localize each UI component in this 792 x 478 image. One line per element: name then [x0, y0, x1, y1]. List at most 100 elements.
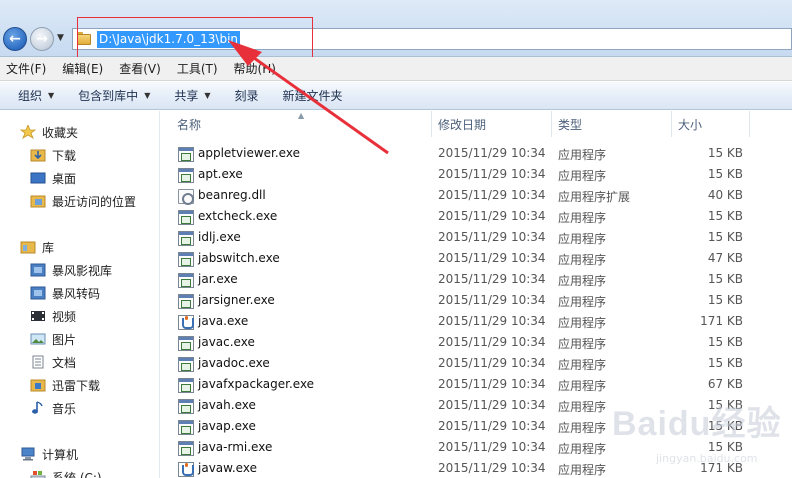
sidebar-item-computer[interactable]: 计算机 [20, 445, 78, 463]
sidebar-item-desktop[interactable]: 桌面 [30, 169, 76, 187]
organize-label: 组织 [18, 89, 43, 103]
file-row[interactable]: jar.exe 2015/11/29 10:34 应用程序 15 KB [161, 270, 792, 291]
menu-tools[interactable]: 工具(T) [177, 60, 218, 77]
file-row[interactable]: javaw.exe 2015/11/29 10:34 应用程序 171 KB [161, 459, 792, 478]
file-name: jarsigner.exe [198, 293, 275, 307]
column-header-type[interactable]: 类型 [552, 111, 670, 137]
sidebar-item-libraries[interactable]: 库 [20, 238, 54, 256]
file-modified-date: 2015/11/29 10:34 [438, 461, 546, 475]
back-button[interactable]: ← [3, 27, 27, 51]
file-type: 应用程序 [558, 463, 607, 477]
new-folder-label: 新建文件夹 [282, 89, 343, 103]
file-row[interactable]: javap.exe 2015/11/29 10:34 应用程序 15 KB [161, 417, 792, 438]
file-size: 15 KB [707, 293, 743, 307]
java-icon [178, 315, 194, 330]
picture-icon [30, 332, 46, 346]
file-size: 15 KB [707, 335, 743, 349]
file-modified-date: 2015/11/29 10:34 [438, 251, 546, 265]
file-name: appletviewer.exe [198, 146, 300, 160]
file-row[interactable]: java-rmi.exe 2015/11/29 10:34 应用程序 15 KB [161, 438, 792, 459]
music-note-icon [30, 401, 46, 415]
file-modified-date: 2015/11/29 10:34 [438, 335, 546, 349]
file-row[interactable]: javac.exe 2015/11/29 10:34 应用程序 15 KB [161, 333, 792, 354]
file-name: beanreg.dll [198, 188, 266, 202]
recent-pages-dropdown[interactable]: ▼ [57, 33, 67, 45]
sidebar-item-label: 迅雷下载 [52, 378, 101, 393]
exe-icon [178, 441, 194, 456]
file-size: 15 KB [707, 440, 743, 454]
file-size: 171 KB [700, 314, 743, 328]
file-row[interactable]: beanreg.dll 2015/11/29 10:34 应用程序扩展 40 KB [161, 186, 792, 207]
file-modified-date: 2015/11/29 10:34 [438, 314, 546, 328]
document-icon [30, 355, 46, 369]
file-type: 应用程序 [558, 232, 607, 246]
video-icon [30, 309, 46, 323]
file-row[interactable]: appletviewer.exe 2015/11/29 10:34 应用程序 15 K… [161, 144, 792, 165]
file-modified-date: 2015/11/29 10:34 [438, 188, 546, 202]
sidebar-item-system-drive[interactable]: 系统 (C:) [30, 468, 102, 478]
file-type: 应用程序 [558, 253, 607, 267]
recent-places-icon [30, 194, 46, 208]
thunder-download-icon [30, 378, 46, 392]
sidebar-item-favorites[interactable]: 收藏夹 [19, 123, 78, 141]
file-row[interactable]: java.exe 2015/11/29 10:34 应用程序 171 KB [161, 312, 792, 333]
file-row[interactable]: jarsigner.exe 2015/11/29 10:34 应用程序 15 KB [161, 291, 792, 312]
sidebar-item-music[interactable]: 音乐 [30, 399, 76, 417]
file-modified-date: 2015/11/29 10:34 [438, 398, 546, 412]
file-name: idlj.exe [198, 230, 241, 244]
file-name: apt.exe [198, 167, 243, 181]
sidebar-item-downloads[interactable]: 下载 [30, 146, 76, 164]
file-modified-date: 2015/11/29 10:34 [438, 230, 546, 244]
sidebar-item-thunder-download[interactable]: 迅雷下载 [30, 376, 100, 394]
new-folder-button[interactable]: 新建文件夹 [283, 87, 343, 104]
include-in-library-button[interactable]: 包含到库中 ▼ [78, 87, 150, 104]
address-input[interactable]: D:\Java\jdk1.7.0_13\bin [72, 28, 792, 50]
column-header-name[interactable]: 名称 [171, 111, 431, 137]
share-button[interactable]: 共享 ▼ [174, 87, 210, 104]
film-library-icon [30, 263, 46, 277]
menu-file[interactable]: 文件(F) [6, 60, 46, 77]
exe-icon [178, 357, 194, 372]
file-row[interactable]: extcheck.exe 2015/11/29 10:34 应用程序 15 KB [161, 207, 792, 228]
sidebar-item-label: 暴风转码 [52, 286, 101, 301]
file-modified-date: 2015/11/29 10:34 [438, 272, 546, 286]
file-modified-date: 2015/11/29 10:34 [438, 440, 546, 454]
file-size: 40 KB [707, 188, 743, 202]
exe-icon [178, 273, 194, 288]
computer-icon [20, 447, 36, 461]
exe-icon [178, 252, 194, 267]
file-row[interactable]: javafxpackager.exe 2015/11/29 10:34 应用程序 67… [161, 375, 792, 396]
file-modified-date: 2015/11/29 10:34 [438, 146, 546, 160]
address-path-text[interactable]: D:\Java\jdk1.7.0_13\bin [97, 31, 241, 48]
exe-icon [178, 147, 194, 162]
file-row[interactable]: javah.exe 2015/11/29 10:34 应用程序 15 KB [161, 396, 792, 417]
sidebar-item-label: 下载 [52, 148, 77, 163]
sidebar-item-recent-places[interactable]: 最近访问的位置 [30, 192, 136, 210]
menu-edit[interactable]: 编辑(E) [62, 60, 103, 77]
file-row[interactable]: apt.exe 2015/11/29 10:34 应用程序 15 KB [161, 165, 792, 186]
burn-button[interactable]: 刻录 [235, 87, 259, 104]
file-row[interactable]: javadoc.exe 2015/11/29 10:34 应用程序 15 KB [161, 354, 792, 375]
file-name: javaw.exe [198, 461, 257, 475]
column-header-modified[interactable]: 修改日期 [432, 111, 550, 137]
file-type: 应用程序 [558, 400, 607, 414]
sidebar-item-label: 计算机 [42, 447, 79, 462]
sidebar-item-documents[interactable]: 文档 [30, 353, 76, 371]
file-row[interactable]: idlj.exe 2015/11/29 10:34 应用程序 15 KB [161, 228, 792, 249]
forward-button[interactable]: → [30, 27, 54, 51]
file-type: 应用程序 [558, 358, 607, 372]
sidebar-item-storm-convert[interactable]: 暴风转码 [30, 284, 100, 302]
sidebar-item-storm-video-lib[interactable]: 暴风影视库 [30, 261, 112, 279]
menu-view[interactable]: 查看(V) [119, 60, 161, 77]
sidebar-item-pictures[interactable]: 图片 [30, 330, 76, 348]
menu-help[interactable]: 帮助(H) [234, 60, 276, 77]
sidebar-item-videos[interactable]: 视频 [30, 307, 76, 325]
organize-button[interactable]: 组织 ▼ [18, 87, 54, 104]
dll-icon [178, 189, 194, 205]
file-row[interactable]: jabswitch.exe 2015/11/29 10:34 应用程序 47 KB [161, 249, 792, 270]
column-header-size[interactable]: 大小 [672, 111, 748, 137]
column-header-row: ▲ 名称 修改日期 类型 大小 [161, 111, 792, 137]
chevron-down-icon: ▼ [144, 91, 151, 100]
sidebar-item-label: 文档 [52, 355, 77, 370]
exe-icon [178, 336, 194, 351]
